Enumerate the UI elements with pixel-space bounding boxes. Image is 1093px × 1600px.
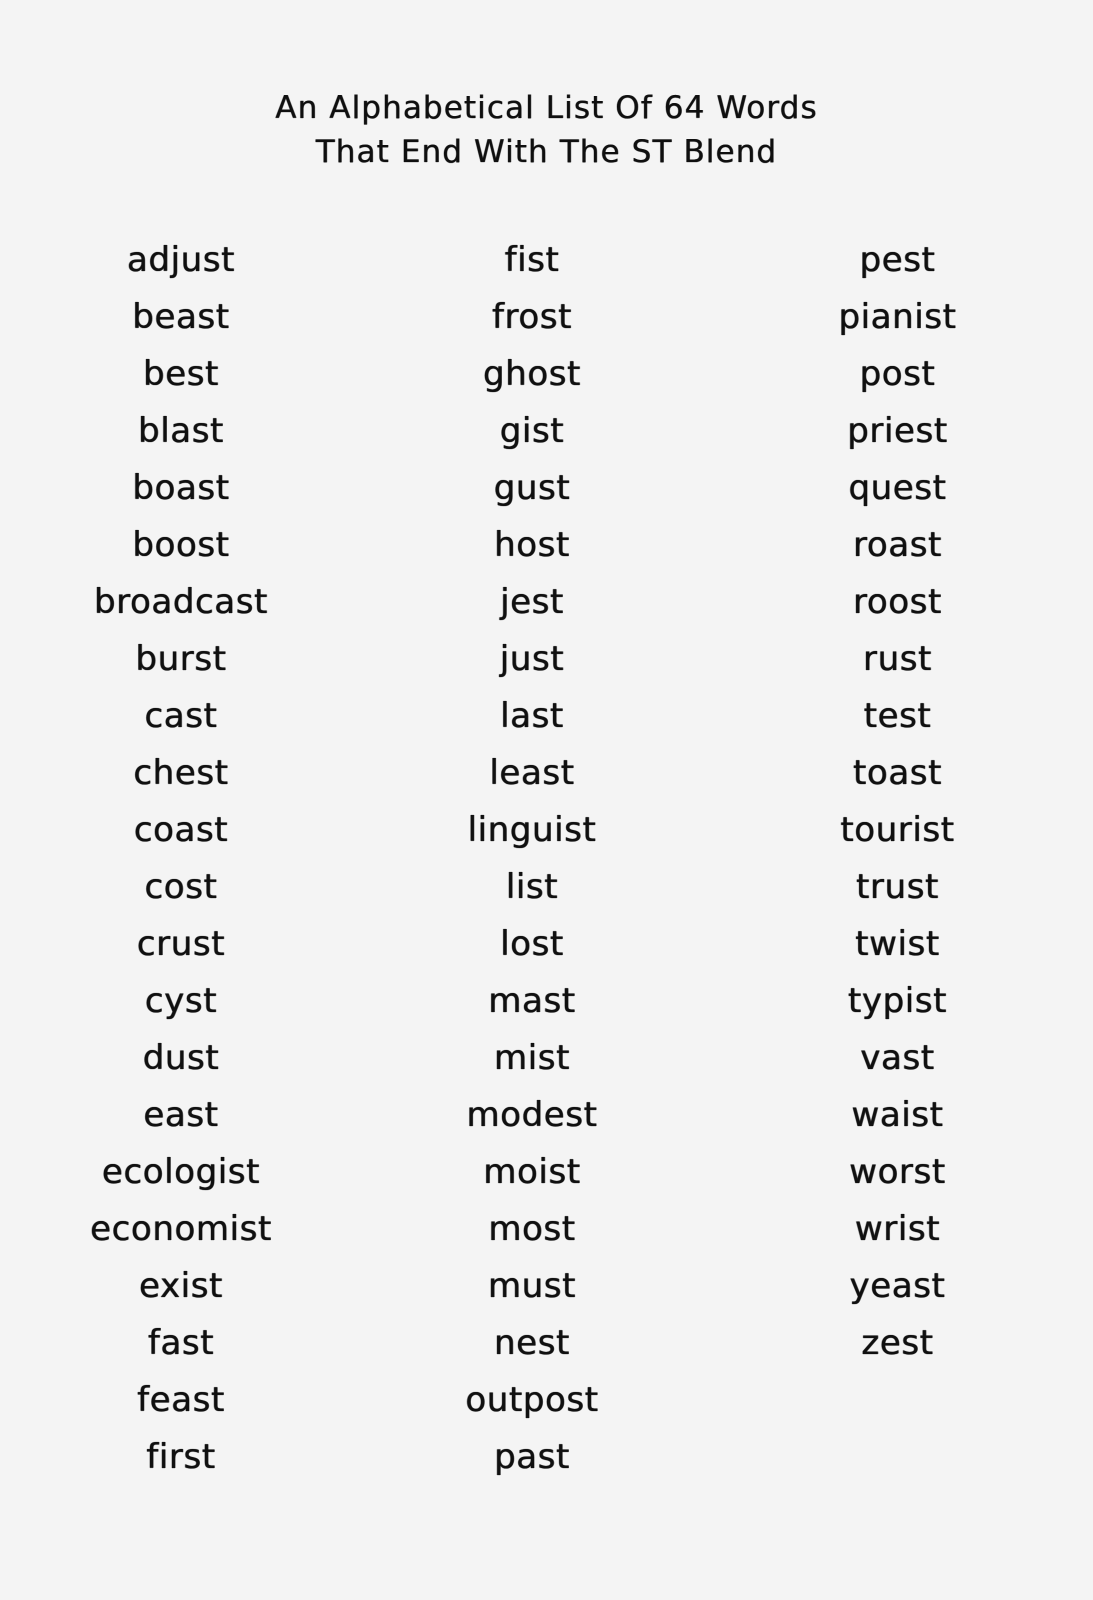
word-item: twist (855, 924, 940, 964)
word-item: beast (132, 297, 230, 337)
word-item: exist (139, 1266, 223, 1306)
word-item: burst (135, 639, 227, 679)
word-item: just (499, 639, 565, 679)
word-item: trust (856, 867, 939, 907)
word-item: broadcast (93, 582, 268, 622)
word-item: pest (859, 240, 936, 280)
word-item: mist (493, 1038, 570, 1078)
word-item: chest (133, 753, 229, 793)
word-item: economist (90, 1209, 272, 1249)
word-item: outpost (465, 1380, 599, 1420)
word-item: cyst (144, 981, 218, 1021)
word-item: roost (853, 582, 942, 622)
word-item: modest (466, 1095, 598, 1135)
word-item: mast (488, 981, 576, 1021)
word-item: moist (483, 1152, 581, 1192)
word-item: quest (848, 468, 947, 508)
word-column-1: adjust beast best blast boast boost broadcast b… (0, 232, 362, 1486)
word-item: dust (142, 1038, 220, 1078)
word-item: last (500, 696, 564, 736)
word-item: must (487, 1266, 577, 1306)
word-item: wrist (854, 1209, 941, 1249)
word-item: post (859, 354, 936, 394)
title-line-1: An Alphabetical List Of 64 Words (275, 90, 818, 126)
word-item: feast (137, 1380, 225, 1420)
word-item: roast (853, 525, 942, 565)
word-item: priest (847, 411, 948, 451)
word-item: ecologist (101, 1152, 261, 1192)
word-item: rust (863, 639, 932, 679)
word-list: adjust beast best blast boast boost broadcast b… (0, 232, 1093, 1486)
word-item: least (489, 753, 575, 793)
word-item: cost (144, 867, 218, 907)
word-column-2: fist frost ghost gist gust host jest just last le… (362, 232, 702, 1486)
word-item: waist (851, 1095, 944, 1135)
page-title: An Alphabetical List Of 64 Words That En… (0, 86, 1093, 174)
word-item: cast (144, 696, 218, 736)
word-item: list (505, 867, 559, 907)
word-item: ghost (483, 354, 581, 394)
word-item: nest (494, 1323, 570, 1363)
word-item: toast (852, 753, 942, 793)
worksheet-page: An Alphabetical List Of 64 Words That En… (0, 0, 1093, 1600)
word-item: crust (136, 924, 226, 964)
word-item: coast (133, 810, 229, 850)
word-item: gust (493, 468, 571, 508)
word-item: fast (147, 1323, 215, 1363)
word-item: boost (132, 525, 230, 565)
word-item: worst (849, 1152, 946, 1192)
word-item: most (488, 1209, 576, 1249)
word-item: tourist (840, 810, 955, 850)
word-item: jest (500, 582, 564, 622)
word-item: fist (504, 240, 560, 280)
word-item: blast (138, 411, 224, 451)
word-item: first (146, 1437, 216, 1477)
word-item: yeast (849, 1266, 946, 1306)
word-item: test (863, 696, 932, 736)
word-item: east (143, 1095, 219, 1135)
word-item: typist (847, 981, 948, 1021)
word-item: best (143, 354, 219, 394)
word-item: linguist (467, 810, 597, 850)
word-item: past (494, 1437, 570, 1477)
title-line-2: That End With The ST Blend (315, 134, 778, 170)
word-item: adjust (126, 240, 236, 280)
word-item: frost (491, 297, 573, 337)
word-item: zest (861, 1323, 934, 1363)
word-item: gist (499, 411, 565, 451)
word-item: pianist (838, 297, 957, 337)
word-item: host (494, 525, 570, 565)
word-item: boast (132, 468, 230, 508)
word-item: lost (500, 924, 564, 964)
word-item: vast (860, 1038, 935, 1078)
word-column-3: pest pianist post priest quest roast roost rust… (702, 232, 1093, 1372)
